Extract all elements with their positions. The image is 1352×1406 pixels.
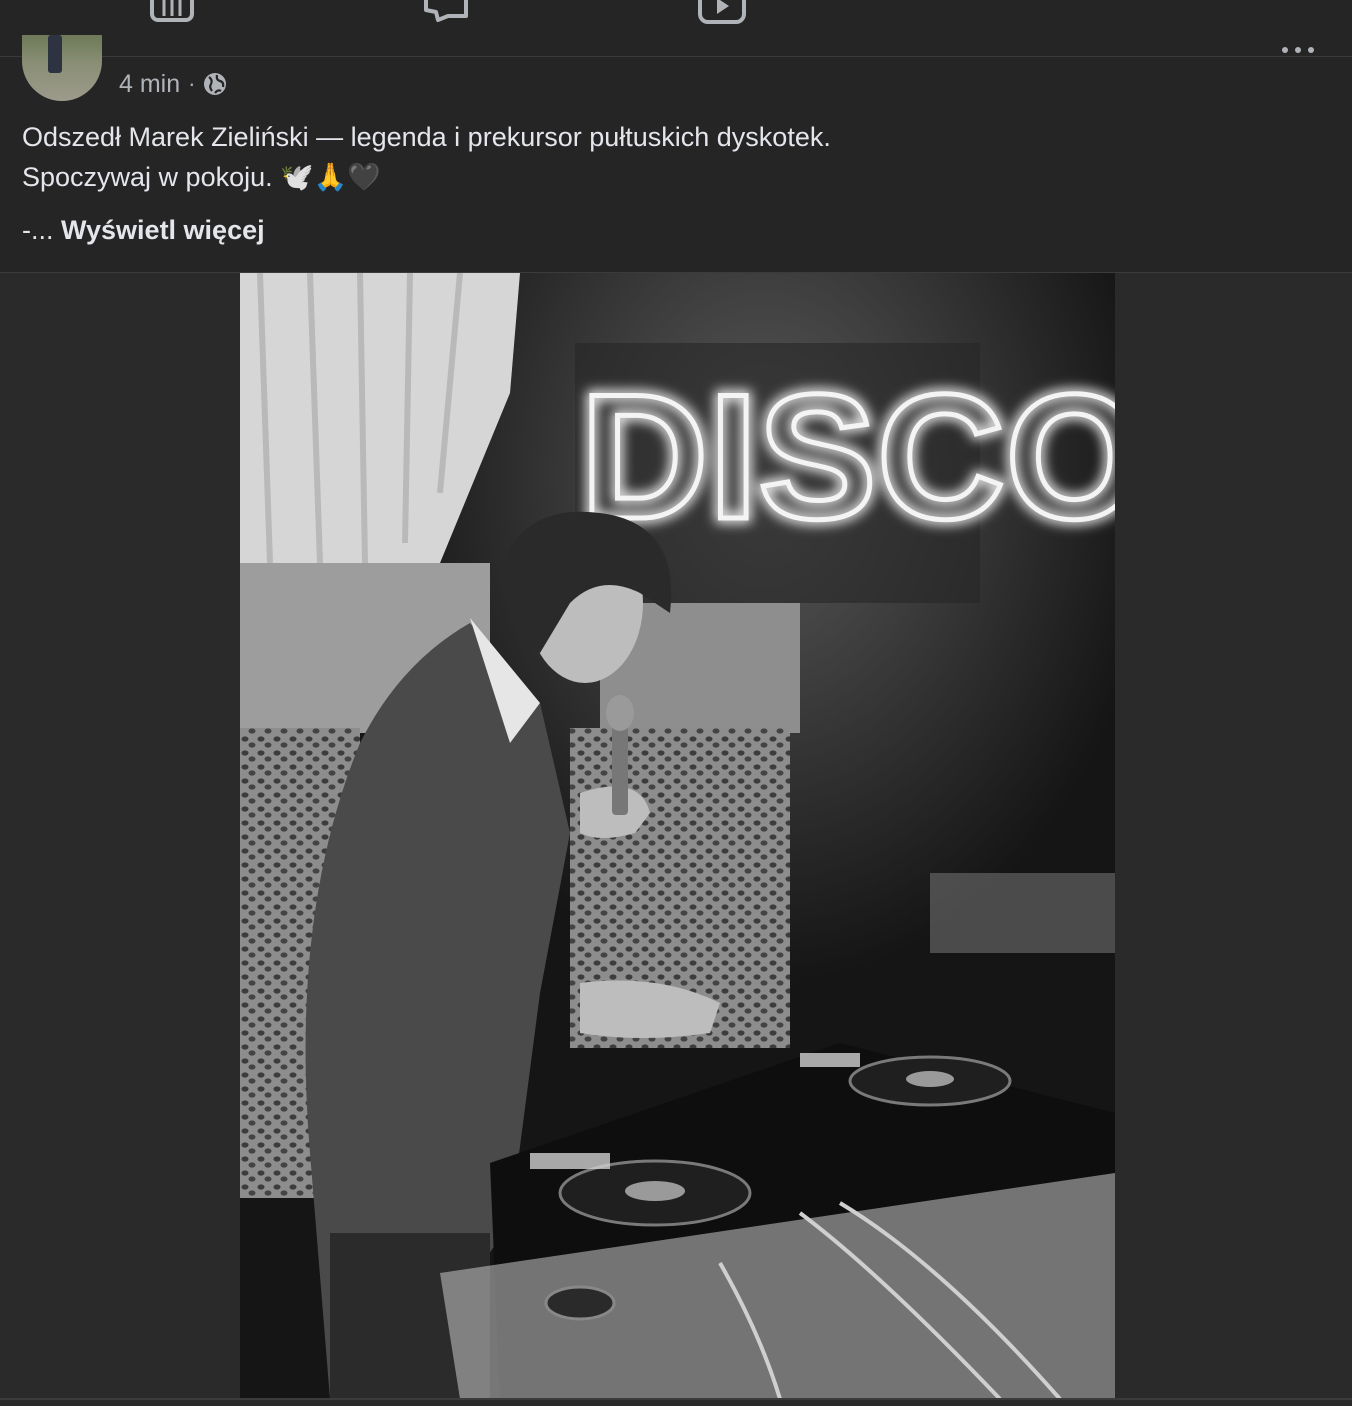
watch-video-icon[interactable] (698, 0, 746, 26)
groups-megaphone-icon[interactable] (422, 0, 470, 26)
post-meta: 4 min · (119, 69, 227, 99)
post-timestamp[interactable]: 4 min (119, 70, 180, 99)
post-media-area: DISCO DISCO (0, 273, 1352, 1406)
more-options-icon[interactable] (1278, 47, 1318, 63)
meta-separator: · (188, 71, 196, 96)
see-more-row: -... Wyświetl więcej (22, 210, 265, 250)
post-header: 4 min · Odszedł Marek Zieliński — legend… (0, 35, 1352, 273)
post-text-line-2: Spoczywaj w pokoju. 🕊️🙏🖤 (22, 162, 381, 192)
divider (0, 1398, 1352, 1400)
post-text-line-1: Odszedł Marek Zieliński — legenda i prek… (22, 122, 831, 152)
top-navigation-bar (0, 0, 1352, 57)
neon-sign-text: DISCO (580, 357, 1115, 556)
post-text: Odszedł Marek Zieliński — legenda i prek… (22, 117, 1322, 197)
text-ellipsis: -... (22, 215, 54, 245)
see-more-link[interactable]: Wyświetl więcej (61, 215, 265, 245)
avatar-figure (48, 35, 62, 73)
author-avatar[interactable] (22, 35, 102, 101)
globe-icon[interactable] (203, 72, 227, 96)
marketplace-icon[interactable] (148, 0, 196, 26)
post-photo[interactable]: DISCO DISCO (240, 273, 1115, 1399)
